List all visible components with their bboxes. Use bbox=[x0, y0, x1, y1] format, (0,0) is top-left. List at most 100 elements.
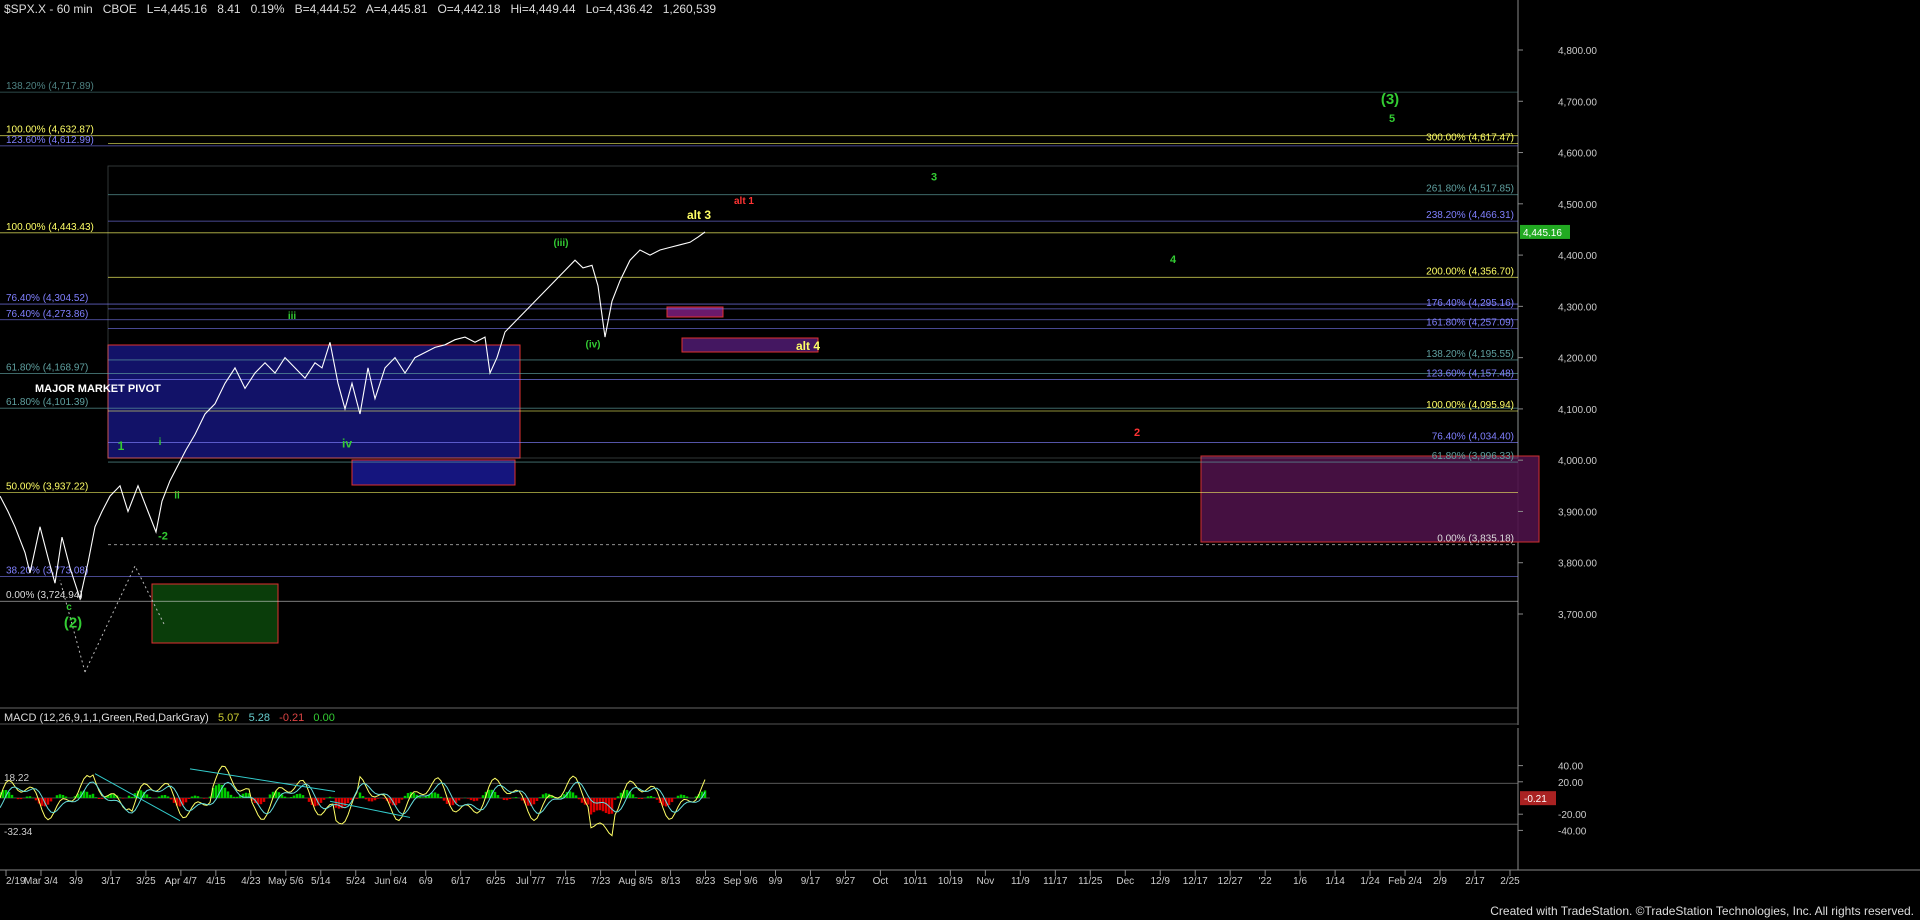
last-price-tag: 4,445.16 bbox=[1523, 228, 1562, 239]
fib-level-label: 76.40% (4,034.40) bbox=[1432, 432, 1514, 443]
y-tick-label: 4,600.00 bbox=[1558, 149, 1597, 160]
y-tick-label: 3,800.00 bbox=[1558, 559, 1597, 570]
fib-level-label: 300.00% (4,617.47) bbox=[1426, 133, 1514, 144]
x-tick-label: 12/27 bbox=[1218, 876, 1243, 887]
x-tick-label: Feb 2/4 bbox=[1388, 876, 1422, 887]
fib-level-label: 138.20% (4,717.89) bbox=[6, 81, 94, 92]
x-tick-label: Jun 6/4 bbox=[374, 876, 407, 887]
x-tick-label: 6/9 bbox=[419, 876, 433, 887]
x-tick-label: 3/25 bbox=[136, 876, 156, 887]
x-tick-label: 8/13 bbox=[661, 876, 681, 887]
macd-tick-label: 20.00 bbox=[1558, 778, 1583, 789]
fib-level-label: 176.40% (4,295.16) bbox=[1426, 298, 1514, 309]
copyright-credit: Created with TradeStation. ©TradeStation… bbox=[1490, 904, 1914, 918]
fib-level-label: 123.60% (4,157.48) bbox=[1426, 368, 1514, 379]
fib-level-label: 138.20% (4,195.55) bbox=[1426, 349, 1514, 360]
y-tick-label: 4,200.00 bbox=[1558, 354, 1597, 365]
fib-level-label: 238.20% (4,466.31) bbox=[1426, 210, 1514, 221]
fib-level-label: 261.80% (4,517.85) bbox=[1426, 184, 1514, 195]
wave-label: 5 bbox=[1389, 113, 1395, 125]
x-tick-label: 5/24 bbox=[346, 876, 366, 887]
wave-label: (2) bbox=[64, 614, 82, 631]
x-tick-label: 10/11 bbox=[903, 876, 928, 887]
x-tick-label: 2/25 bbox=[1500, 876, 1520, 887]
x-tick-label: 2/19 bbox=[6, 876, 26, 887]
wave-label: 4 bbox=[1170, 254, 1177, 266]
y-tick-label: 3,900.00 bbox=[1558, 507, 1597, 518]
x-tick-label: 1/6 bbox=[1293, 876, 1307, 887]
wave-label: ii bbox=[174, 491, 180, 502]
price-chart[interactable]: 138.20% (4,717.89)100.00% (4,632.87)123.… bbox=[0, 0, 1920, 920]
x-tick-label: 11/17 bbox=[1043, 876, 1068, 887]
x-tick-label: 6/17 bbox=[451, 876, 471, 887]
y-tick-label: 4,700.00 bbox=[1558, 97, 1597, 108]
x-tick-label: Nov bbox=[976, 876, 994, 887]
x-tick-label: Dec bbox=[1116, 876, 1134, 887]
macd-tick-label: -20.00 bbox=[1558, 810, 1587, 821]
x-tick-label: Mar 3/4 bbox=[24, 876, 58, 887]
x-tick-label: Apr 4/7 bbox=[165, 876, 198, 887]
wave-label: alt 3 bbox=[687, 208, 711, 222]
x-tick-label: 4/15 bbox=[206, 876, 226, 887]
fib-level-label: 61.80% (4,101.39) bbox=[6, 397, 88, 408]
macd-signal: 5.28 bbox=[248, 712, 270, 724]
fib-level-label: 100.00% (4,443.43) bbox=[6, 222, 94, 233]
fib-level-label: 76.40% (4,304.52) bbox=[6, 293, 88, 304]
x-tick-label: Sep 9/6 bbox=[723, 876, 758, 887]
wave-label: 3 bbox=[931, 172, 937, 184]
fib-level-label: 0.00% (3,724.94) bbox=[6, 590, 83, 601]
fib-level-label: 200.00% (4,356.70) bbox=[1426, 266, 1514, 277]
x-tick-label: 9/27 bbox=[836, 876, 856, 887]
x-tick-label: 12/17 bbox=[1183, 876, 1208, 887]
macd-lower-ref-label: -32.34 bbox=[4, 827, 33, 838]
x-tick-label: 2/17 bbox=[1465, 876, 1485, 887]
major-market-pivot-box[interactable] bbox=[107, 344, 521, 459]
x-tick-label: 9/9 bbox=[769, 876, 783, 887]
macd-value: 5.07 bbox=[217, 712, 240, 724]
macd-diff: -0.21 bbox=[279, 712, 305, 724]
x-tick-label: '22 bbox=[1259, 876, 1272, 887]
x-tick-label: Oct bbox=[873, 876, 889, 887]
x-tick-label: 8/23 bbox=[696, 876, 716, 887]
x-tick-label: 1/24 bbox=[1360, 876, 1380, 887]
macd-label[interactable]: MACD (12,26,9,1,1,Green,Red,DarkGray) bbox=[4, 712, 209, 724]
fib-level-label: 0.00% (3,835.18) bbox=[1437, 534, 1514, 545]
x-tick-label: 6/25 bbox=[486, 876, 506, 887]
fib-level-label: 38.20% (3,773.08) bbox=[6, 566, 88, 577]
y-tick-label: 3,700.00 bbox=[1558, 610, 1597, 621]
pivot-label: MAJOR MARKET PIVOT bbox=[35, 383, 161, 395]
macd-header: MACD (12,26,9,1,1,Green,Red,DarkGray) 5.… bbox=[4, 712, 335, 724]
fib-level-label: 50.00% (3,937.22) bbox=[6, 481, 88, 492]
wave-label: alt 1 bbox=[734, 196, 754, 207]
wave-iv-support-box[interactable] bbox=[351, 459, 516, 486]
x-tick-label: Jul 7/7 bbox=[516, 876, 546, 887]
x-tick-label: May 5/6 bbox=[268, 876, 304, 887]
wave-label: (iv) bbox=[586, 339, 601, 350]
fib-level-label: 61.80% (3,996.33) bbox=[1432, 451, 1514, 462]
y-tick-label: 4,100.00 bbox=[1558, 405, 1597, 416]
y-tick-label: 4,000.00 bbox=[1558, 456, 1597, 467]
wave-label: -2 bbox=[158, 531, 168, 543]
macd-last-tag: -0.21 bbox=[1524, 794, 1547, 805]
wave-label: i bbox=[159, 437, 162, 448]
wave-2-support-box[interactable] bbox=[151, 583, 279, 644]
wave-label: c bbox=[66, 602, 72, 613]
x-tick-label: 7/15 bbox=[556, 876, 576, 887]
x-tick-label: 2/9 bbox=[1433, 876, 1447, 887]
wave-label: (3) bbox=[1381, 91, 1399, 108]
x-tick-label: 7/23 bbox=[591, 876, 611, 887]
wave-label: alt 4 bbox=[796, 339, 820, 353]
fib-level-label: 76.40% (4,273.86) bbox=[6, 309, 88, 320]
wave-label: 1 bbox=[118, 439, 125, 453]
x-tick-label: 10/19 bbox=[938, 876, 963, 887]
x-tick-label: 11/25 bbox=[1078, 876, 1103, 887]
macd-zero: 0.00 bbox=[313, 712, 335, 724]
fib-level-label: 61.80% (4,168.97) bbox=[6, 363, 88, 374]
wave-label: iii bbox=[288, 311, 297, 322]
wave-label: (iii) bbox=[554, 238, 569, 249]
y-tick-label: 4,500.00 bbox=[1558, 200, 1597, 211]
x-tick-label: 1/14 bbox=[1325, 876, 1345, 887]
wave-2-target-box[interactable] bbox=[1200, 455, 1540, 543]
fib-level-label: 161.80% (4,257.09) bbox=[1426, 317, 1514, 328]
wave-label: iv bbox=[342, 436, 352, 450]
